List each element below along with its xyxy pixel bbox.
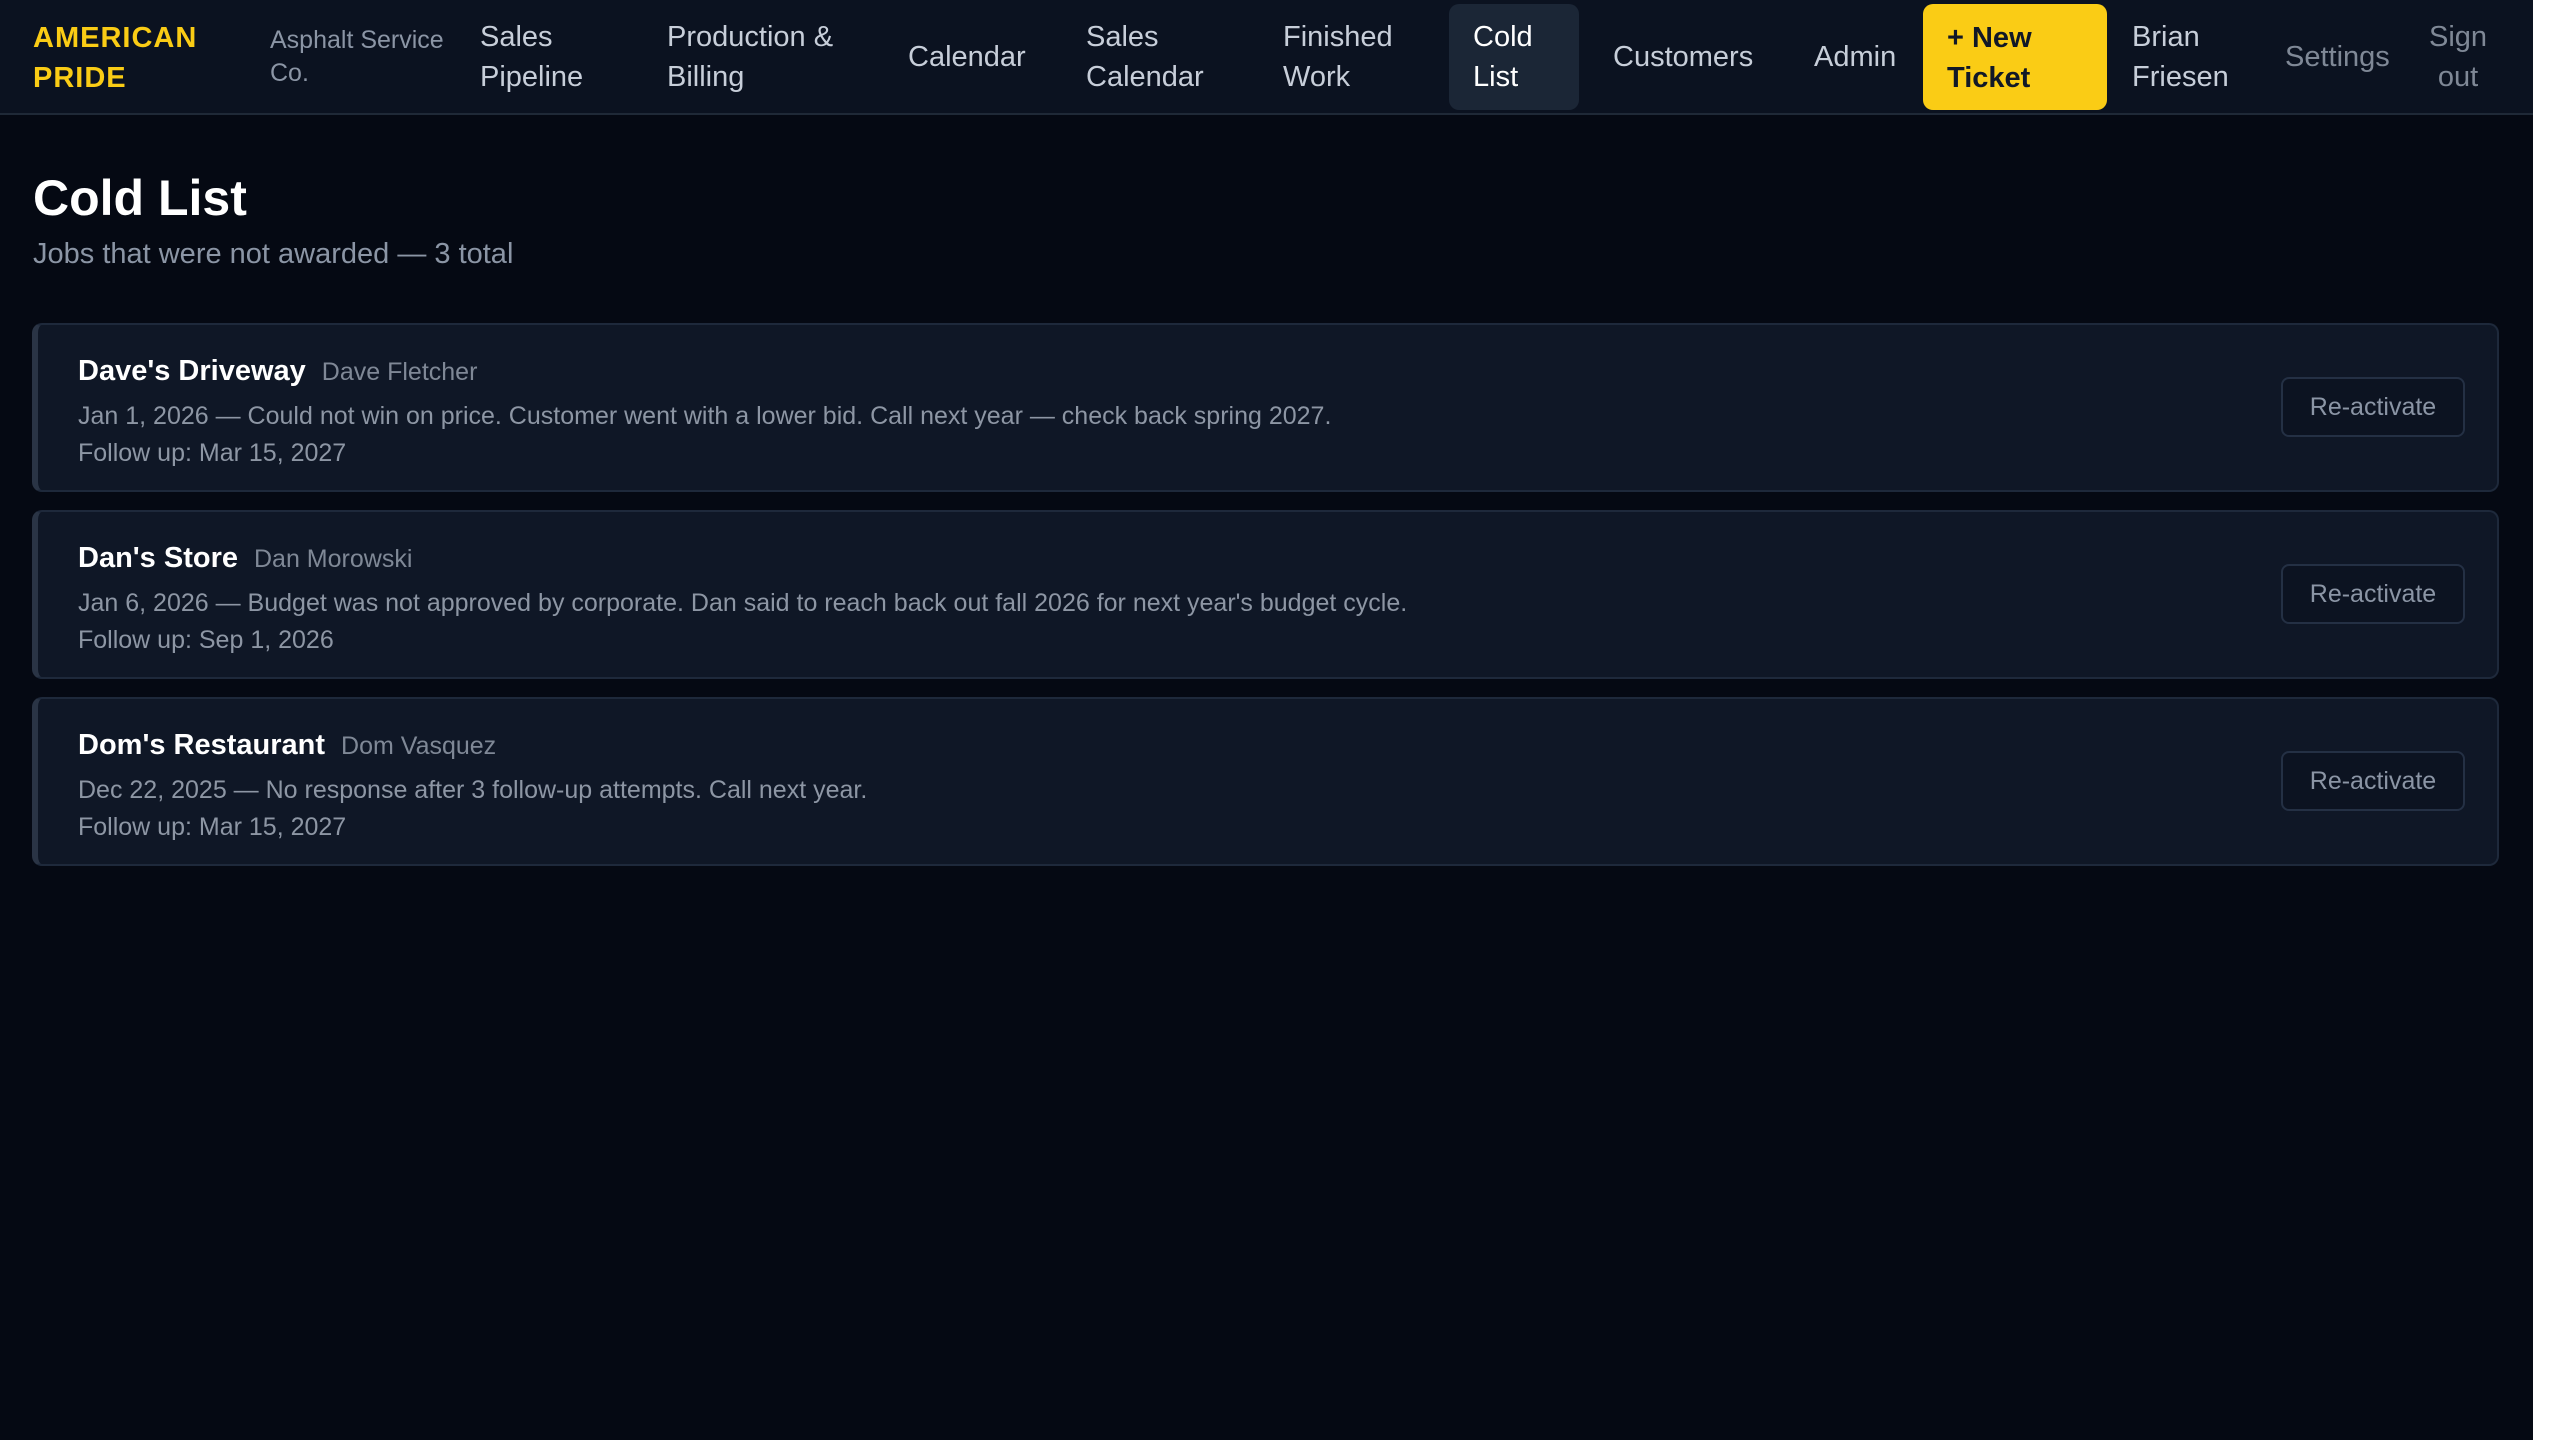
nav-sales-pipeline[interactable]: Sales Pipeline [456,4,607,110]
job-follow-up: Follow up: Sep 1, 2026 [78,626,334,654]
nav-label-line1: Calendar [908,41,1026,73]
brand-line2: PRIDE [33,62,127,94]
job-follow-up: Follow up: Mar 15, 2027 [78,439,347,467]
nav-label-line2: Billing [667,61,745,93]
job-contact: Dave Fletcher [321,358,478,386]
card-header: Dave's Driveway Dave Fletcher [78,353,477,390]
reactivate-button[interactable]: Re-activate [2281,751,2465,811]
nav-label-line1: Cold [1473,21,1533,53]
nav-finished-work[interactable]: Finished Work [1259,4,1417,110]
cold-job-card: Dan's Store Dan Morowski Jan 6, 2026 — B… [32,510,2499,679]
new-ticket-button[interactable]: + New Ticket [1923,4,2107,110]
signout-line1: Sign [2429,21,2488,53]
signout-line2: out [2437,61,2479,93]
app-window: AMERICAN PRIDE Asphalt Service Co. Sales… [0,0,2533,1440]
job-contact: Dom Vasquez [341,732,497,760]
nav-label-line2: List [1473,61,1519,93]
nav-label-line1: Admin [1814,41,1897,73]
nav-calendar[interactable]: Calendar [884,4,1050,110]
page-subtitle: Jobs that were not awarded — 3 total [33,238,514,270]
nav-label-line1: Sales [480,21,553,53]
job-contact: Dan Morowski [254,545,413,573]
card-header: Dom's Restaurant Dom Vasquez [78,727,496,764]
job-note: Jan 6, 2026 — Budget was not approved by… [78,589,1408,617]
nav-label-line2: Pipeline [480,61,584,93]
job-name: Dan's Store [78,542,238,574]
user-line1: Brian [2132,21,2200,53]
nav-production-billing[interactable]: Production & Billing [643,4,857,110]
nav-settings[interactable]: Settings [2261,4,2414,110]
top-nav: AMERICAN PRIDE Asphalt Service Co. Sales… [0,0,2533,115]
job-name: Dom's Restaurant [78,729,326,761]
company-name: Asphalt Service Co. [270,24,460,90]
nav-sales-calendar[interactable]: Sales Calendar [1062,4,1228,110]
nav-label-line1: Production & [667,21,834,53]
nav-customers[interactable]: Customers [1589,4,1777,110]
job-follow-up: Follow up: Mar 15, 2027 [78,813,347,841]
new-ticket-line1: + New [1947,22,2032,54]
nav-label-line1: Sales [1086,21,1159,53]
nav-cold-list[interactable]: Cold List [1449,4,1579,110]
cold-job-card: Dom's Restaurant Dom Vasquez Dec 22, 202… [32,697,2499,866]
job-note: Jan 1, 2026 — Could not win on price. Cu… [78,402,1332,430]
company-line2: Co. [270,59,309,87]
company-line1: Asphalt Service [270,26,444,54]
sign-out-button[interactable]: Sign out [2405,4,2511,110]
nav-label-line2: Calendar [1086,61,1204,93]
brand-logo[interactable]: AMERICAN PRIDE [33,18,233,98]
user-menu[interactable]: Brian Friesen [2108,4,2253,110]
cold-job-card: Dave's Driveway Dave Fletcher Jan 1, 202… [32,323,2499,492]
job-note: Dec 22, 2025 — No response after 3 follo… [78,776,868,804]
nav-label-line1: Finished [1283,21,1393,53]
reactivate-button[interactable]: Re-activate [2281,564,2465,624]
job-name: Dave's Driveway [78,355,306,387]
nav-label-line2: Work [1283,61,1351,93]
user-line2: Friesen [2132,61,2229,93]
reactivate-button[interactable]: Re-activate [2281,377,2465,437]
nav-admin[interactable]: Admin [1790,4,1920,110]
nav-label-line1: Customers [1613,41,1754,73]
settings-label: Settings [2285,41,2390,73]
new-ticket-line2: Ticket [1947,62,2031,94]
card-header: Dan's Store Dan Morowski [78,540,412,577]
page-title: Cold List [33,170,247,226]
brand-line1: AMERICAN [33,22,198,54]
